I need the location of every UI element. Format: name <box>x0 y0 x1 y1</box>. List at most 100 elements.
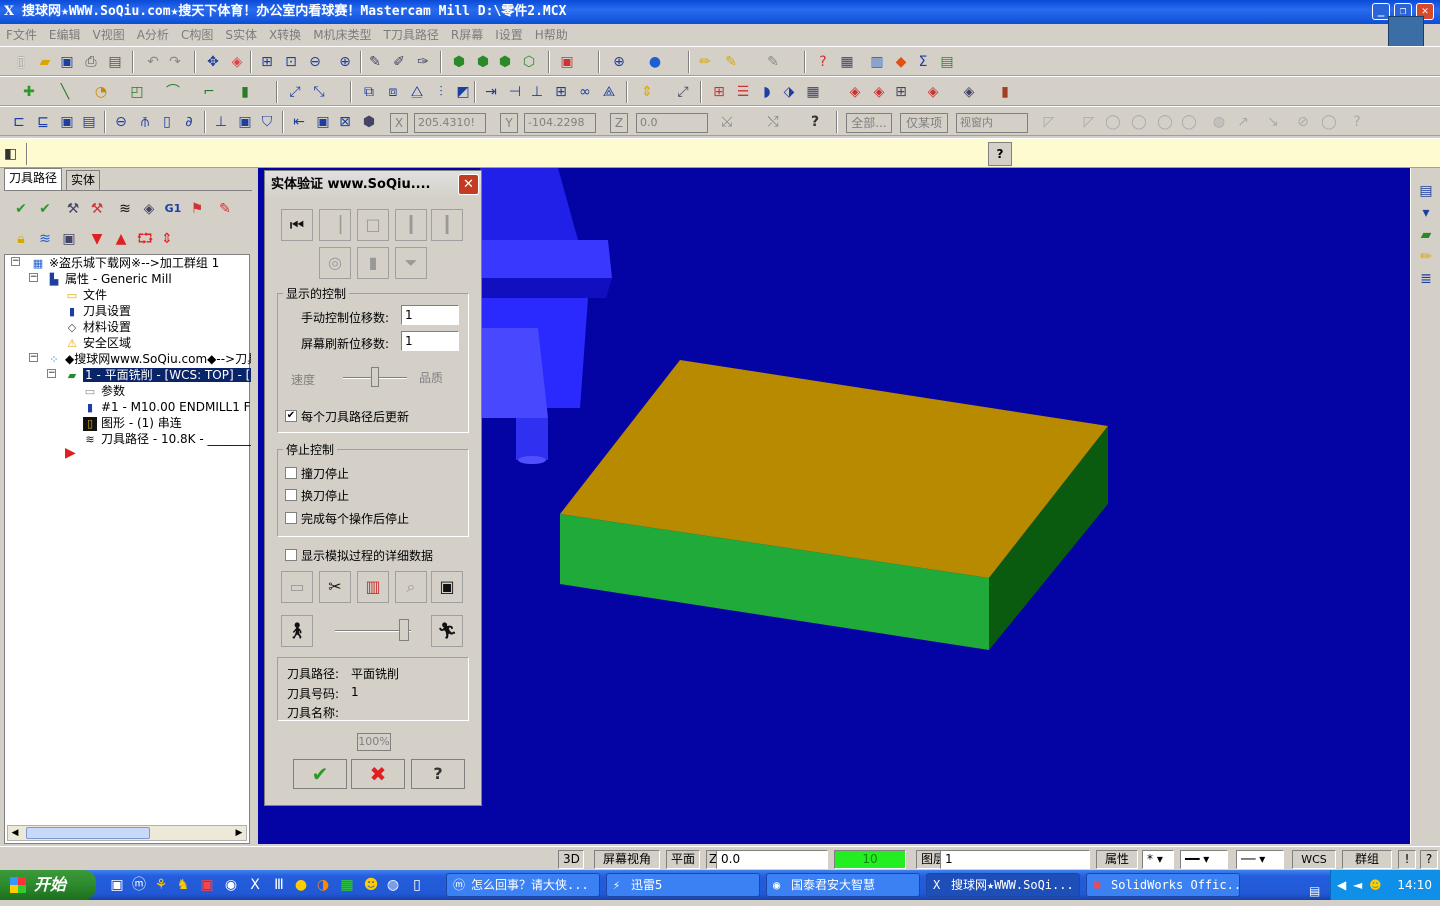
autocursor-a-icon[interactable]: ⊏ <box>10 113 28 131</box>
chamfer-icon[interactable]: ⌐ <box>200 83 218 101</box>
tree-tool-settings[interactable]: ▮ 刀具设置 <box>65 303 251 319</box>
globe-icon[interactable]: ⊕ <box>610 53 628 71</box>
play-button[interactable]: ▕ <box>319 209 351 241</box>
line-icon[interactable]: ╲ <box>56 83 74 101</box>
tree-operation-1[interactable]: ▰ 1 - 平面铣削 - [WCS: TOP] - [刀具 <box>65 367 251 383</box>
menu-solids[interactable]: S实体 <box>219 24 263 46</box>
snap-mid-icon[interactable]: ⫚ <box>136 113 154 131</box>
step-button[interactable]: ▕▏ <box>395 209 427 241</box>
quicklaunch-k-icon[interactable]: ▦ <box>338 876 356 894</box>
point-style-select[interactable]: * ▾ <box>1142 850 1174 869</box>
menu-toolpaths[interactable]: T刀具路径 <box>378 24 445 46</box>
xform-a-icon[interactable]: ⇥ <box>482 83 500 101</box>
offset-icon[interactable]: ◩ <box>454 83 472 101</box>
eraser-icon[interactable]: ◧ <box>4 145 22 163</box>
right-b-icon[interactable]: ▾ <box>1417 204 1435 222</box>
select-f-icon[interactable]: ⊠ <box>336 113 354 131</box>
fast-point-icon[interactable]: ⤩ <box>718 113 736 131</box>
verify-ops-icon[interactable]: ◈ <box>140 200 158 218</box>
tray-arrow-icon[interactable]: ◀ <box>1337 870 1346 900</box>
selmode-g-icon[interactable]: ◍ <box>1210 113 1228 131</box>
regen-dirty-icon[interactable]: ⚒ <box>88 200 106 218</box>
select-g-icon[interactable]: ⬢ <box>360 113 378 131</box>
selmode-a-icon[interactable]: ◸ <box>1040 113 1058 131</box>
break-icon[interactable]: ⤡ <box>310 83 328 101</box>
pick-icon[interactable]: ⤭ <box>764 113 782 131</box>
status-attributes[interactable]: 属性 <box>1096 850 1138 869</box>
task-gtja[interactable]: ◉ 国泰君安大智慧 <box>766 873 920 897</box>
task-question[interactable]: ⓜ 怎么回事？请大侠... <box>446 873 600 897</box>
save-icon[interactable]: ▣ <box>58 53 76 71</box>
autocursor-b-icon[interactable]: ⊑ <box>34 113 52 131</box>
scroll-right-icon[interactable]: ▶ <box>232 826 246 840</box>
toolpath-e-icon[interactable]: ◈ <box>960 83 978 101</box>
status-3d[interactable]: 3D <box>558 850 584 869</box>
zoom-window-icon[interactable]: ⊡ <box>282 53 300 71</box>
manual-step-input[interactable]: 1 <box>401 305 459 325</box>
task-solidworks[interactable]: ▣ SolidWorks Offic... <box>1086 873 1240 897</box>
y-coord-field[interactable]: -104.2298 <box>524 113 596 133</box>
tree-toolpath[interactable]: ≋ 刀具路径 - 10.8K - ________ <box>83 431 251 447</box>
rewind-button[interactable]: ⏮ <box>281 209 313 241</box>
new-file-icon[interactable]: ▯ <box>12 53 30 71</box>
collapse-toggle[interactable]: − <box>29 273 38 282</box>
measure-icon[interactable]: ✏ <box>696 53 714 71</box>
menu-view[interactable]: V视图 <box>87 24 131 46</box>
status-groups[interactable]: 群组 <box>1342 850 1392 869</box>
selmode-l-icon[interactable]: ? <box>1348 113 1366 131</box>
selection-mode-select[interactable]: 视窗内 <box>956 113 1028 133</box>
xform-e-icon[interactable]: ∞ <box>576 83 594 101</box>
select-c-icon[interactable]: ⛉ <box>258 113 276 131</box>
menu-help[interactable]: H帮助 <box>529 24 574 46</box>
point-icon[interactable]: ✚ <box>20 83 38 101</box>
fast-forward-button[interactable]: ▕▏ <box>431 209 463 241</box>
xform-f-icon[interactable]: ⟁ <box>600 83 618 101</box>
status-screen-view[interactable]: 屏幕视角 <box>594 850 660 869</box>
undo-icon[interactable]: ↶ <box>144 53 162 71</box>
right-a-icon[interactable]: ▤ <box>1417 182 1435 200</box>
refresh-step-input[interactable]: 1 <box>401 331 459 351</box>
status-wcs[interactable]: WCS <box>1292 850 1336 869</box>
selmode-e-icon[interactable]: ◯ <box>1156 113 1174 131</box>
toggle-post-icon[interactable]: ▣ <box>60 230 78 248</box>
quicklaunch-l-icon[interactable]: ☻ <box>362 876 380 894</box>
start-button[interactable]: 开始 <box>0 870 96 900</box>
status-plane[interactable]: 平面 <box>666 850 700 869</box>
volume-icon[interactable]: ◄ <box>1353 870 1362 900</box>
save-stl-button[interactable]: ▣ <box>431 571 463 603</box>
menu-file[interactable]: F文件 <box>0 24 43 46</box>
toggle-display-icon[interactable]: ≋ <box>36 230 54 248</box>
hatch-icon[interactable]: ☰ <box>734 83 752 101</box>
select-all-button[interactable]: 全部... <box>846 113 892 133</box>
verify-select-icon[interactable]: ✎ <box>366 53 384 71</box>
cplane-icon[interactable]: ▣ <box>558 53 576 71</box>
dimension-icon[interactable]: ⇕ <box>638 83 656 101</box>
backplot-icon[interactable]: ✐ <box>390 53 408 71</box>
snap-end-icon[interactable]: ▯ <box>158 113 176 131</box>
spline-icon[interactable]: ⌒ <box>164 83 182 101</box>
quicklaunch-j-icon[interactable]: ◑ <box>314 876 332 894</box>
fit-icon[interactable]: ⊞ <box>258 53 276 71</box>
dialog-close-button[interactable]: ✕ <box>458 174 479 195</box>
scale-icon[interactable]: ⫶ <box>432 83 450 101</box>
right-d-icon[interactable]: ✏ <box>1417 248 1435 266</box>
show-details-checkbox[interactable] <box>285 549 297 561</box>
status-help-question[interactable]: ? <box>1420 850 1438 869</box>
tree-toolpath-group[interactable]: ⁘ ◆搜球网www.SoQiu.com◆-->刀具群 <box>47 351 251 367</box>
autocursor-c-icon[interactable]: ▣ <box>58 113 76 131</box>
scroll-left-icon[interactable]: ◀ <box>8 826 22 840</box>
toolpath-a-icon[interactable]: ◈ <box>846 83 864 101</box>
prompt-help-button[interactable]: ? <box>988 142 1012 166</box>
delete-ops-icon[interactable]: ✎ <box>216 200 234 218</box>
tree-horizontal-scrollbar[interactable]: ◀ ▶ <box>7 825 247 841</box>
collapse-toggle[interactable]: − <box>47 369 56 378</box>
toolpath-c-icon[interactable]: ⊞ <box>892 83 910 101</box>
menu-machine-type[interactable]: M机床类型 <box>307 24 377 46</box>
book-icon[interactable]: ▦ <box>804 83 822 101</box>
selmode-h-icon[interactable]: ↗ <box>1234 113 1252 131</box>
help-context-icon[interactable]: ? <box>814 53 832 71</box>
note-icon[interactable]: ⤢ <box>674 83 692 101</box>
select-b-icon[interactable]: ▣ <box>236 113 254 131</box>
stop-each-op-checkbox[interactable] <box>285 512 297 524</box>
status-z-field[interactable]: 0.0 <box>716 850 828 869</box>
